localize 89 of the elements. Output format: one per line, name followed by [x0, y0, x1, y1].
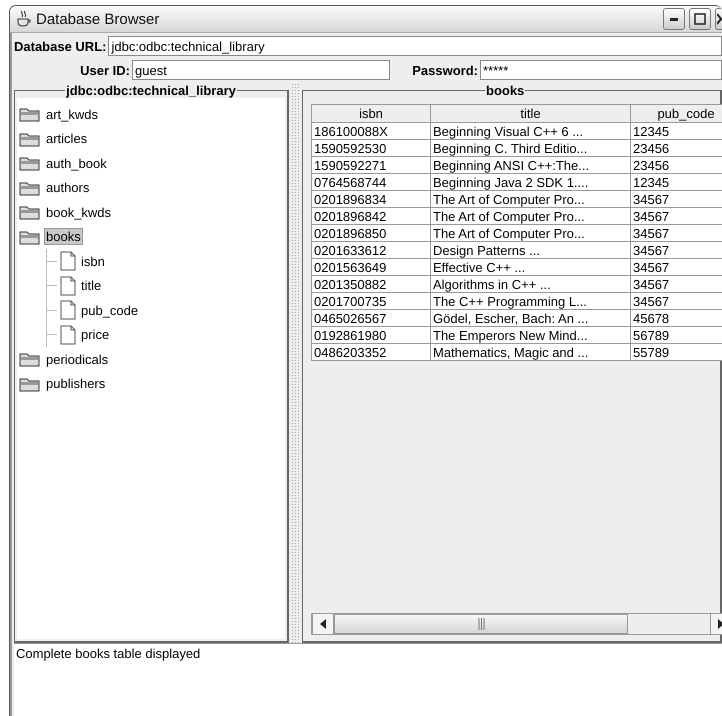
- column-header[interactable]: isbn: [312, 104, 430, 122]
- table-cell: 12345: [630, 174, 722, 190]
- table-cell: Algorithms in C++ ...: [430, 276, 630, 292]
- table-cell: 34567: [630, 190, 722, 208]
- left-arrow-icon[interactable]: [320, 619, 326, 629]
- table-cell: 55789: [630, 344, 722, 360]
- table-cell: 1590592530: [312, 140, 430, 156]
- close-icon: [717, 13, 722, 25]
- maximize-icon: [694, 13, 706, 25]
- table-cell: 23456: [630, 156, 722, 174]
- table-cell: 34567: [630, 208, 722, 224]
- table-cell: 0764568744: [312, 174, 430, 190]
- field-label: Database URL:: [14, 38, 108, 54]
- tree-item[interactable]: art_kwds: [44, 106, 100, 123]
- table-cell: Beginning Java 2 SDK 1....: [430, 174, 630, 190]
- table-cell: 0192861980: [312, 326, 430, 344]
- tree-item[interactable]: books: [44, 228, 83, 246]
- file-icon: [60, 300, 76, 320]
- tree-item[interactable]: price: [79, 326, 112, 344]
- table-cell: 0201896842: [312, 208, 430, 224]
- tree-item[interactable]: periodicals: [44, 350, 110, 368]
- table-cell: 34567: [630, 258, 722, 276]
- folder-icon: [19, 351, 41, 368]
- table-cell: 34567: [630, 292, 722, 310]
- maximize-button[interactable]: [689, 8, 711, 30]
- column-header[interactable]: pub_code: [630, 104, 722, 122]
- table-cell: Mathematics, Magic and ...: [430, 344, 630, 360]
- folder-icon: [19, 106, 41, 122]
- table-cell: 186100088X: [312, 122, 430, 140]
- column-header[interactable]: title: [430, 104, 630, 122]
- minimize-button[interactable]: [663, 8, 685, 30]
- panel-title: books: [485, 83, 526, 98]
- tree-item[interactable]: authors: [44, 179, 92, 196]
- table-cell: 34567: [630, 276, 722, 292]
- table-cell: Gödel, Escher, Bach: An ...: [430, 310, 630, 326]
- tree-item[interactable]: articles: [44, 130, 90, 148]
- folder-icon: [19, 130, 41, 147]
- folder-icon: [19, 180, 41, 196]
- table-cell: 0201350882: [312, 276, 430, 292]
- minimize-icon: [670, 18, 678, 20]
- table-cell: The Art of Computer Pro...: [430, 190, 630, 208]
- tree-item[interactable]: auth_book: [44, 154, 109, 172]
- table-cell: 23456: [630, 140, 722, 156]
- coffee-cup-icon: [16, 10, 32, 28]
- table-cell: 0201896850: [312, 224, 430, 242]
- url-field[interactable]: jdbc:odbc:technical_library: [108, 36, 722, 56]
- table-cell: 0201563649: [312, 258, 430, 276]
- table-cell: Effective C++ ...: [430, 258, 630, 276]
- table-cell: 0486203352: [312, 344, 430, 360]
- horizontal-scrollbar[interactable]: [311, 613, 722, 635]
- table-cell: 1590592271: [312, 156, 430, 174]
- table-cell: 34567: [630, 242, 722, 258]
- table-cell: The Art of Computer Pro...: [430, 224, 630, 242]
- table-cell: 0465026567: [312, 310, 430, 326]
- table-cell: The Art of Computer Pro...: [430, 208, 630, 224]
- table-cell: Design Patterns ...: [430, 242, 630, 258]
- table-cell: 0201700735: [312, 292, 430, 310]
- table-cell: 45678: [630, 310, 722, 326]
- tree-item[interactable]: book_kwds: [44, 204, 114, 221]
- table-cell: 56789: [630, 326, 722, 344]
- folder-icon: [19, 204, 41, 220]
- tree-item[interactable]: title: [79, 277, 104, 294]
- table-cell: The Emperors New Mind...: [430, 326, 630, 344]
- table-cell: 0201633612: [312, 242, 430, 258]
- field-label: User ID:: [79, 62, 131, 78]
- table-cell: Beginning Visual C++ 6 ...: [430, 122, 630, 140]
- table-cell: 0201896834: [312, 190, 430, 208]
- file-icon: [60, 251, 76, 272]
- file-icon: [60, 324, 76, 345]
- tree-item[interactable]: publishers: [44, 375, 108, 392]
- panel-title: jdbc:odbc:technical_library: [65, 83, 237, 98]
- tree-item[interactable]: isbn: [79, 252, 107, 270]
- folder-icon: [19, 155, 41, 172]
- grip-icon: [478, 618, 484, 630]
- user-id-field[interactable]: guest: [132, 60, 390, 80]
- folder-icon: [19, 376, 41, 392]
- password-field[interactable]: *****: [480, 60, 722, 80]
- table-cell: 12345: [630, 122, 722, 140]
- tree-item[interactable]: pub_code: [79, 302, 140, 319]
- folder-icon: [19, 228, 41, 245]
- close-button[interactable]: [715, 8, 722, 30]
- table-cell: Beginning ANSI C++:The...: [430, 156, 630, 174]
- field-label: Password:: [411, 62, 479, 78]
- table-cell: 34567: [630, 224, 722, 242]
- table-cell: The C++ Programming L...: [430, 292, 630, 310]
- file-icon: [60, 276, 76, 296]
- status-text: Complete books table displayed: [16, 646, 200, 661]
- window-title: Database Browser: [36, 10, 160, 28]
- table-cell: Beginning C. Third Editio...: [430, 140, 630, 156]
